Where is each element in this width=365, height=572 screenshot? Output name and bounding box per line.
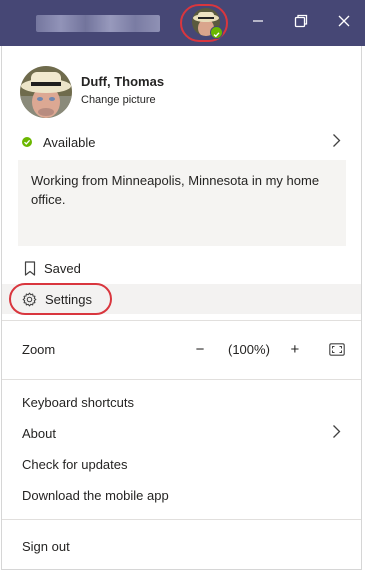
- saved-label: Saved: [44, 260, 81, 276]
- close-button[interactable]: [331, 10, 357, 36]
- keyboard-shortcuts-menu-item[interactable]: Keyboard shortcuts: [2, 389, 361, 415]
- sign-out-menu-item[interactable]: Sign out: [2, 533, 361, 559]
- profile-avatar[interactable]: [20, 66, 72, 118]
- keyboard-shortcuts-label: Keyboard shortcuts: [22, 394, 135, 410]
- close-icon: [338, 14, 350, 32]
- blurred-search-area: [36, 15, 160, 32]
- chevron-right-icon: [332, 133, 341, 151]
- zoom-label: Zoom: [22, 341, 56, 357]
- zoom-value: (100%): [228, 341, 270, 357]
- status-label: Available: [43, 134, 96, 150]
- title-bar: [0, 0, 365, 46]
- saved-menu-item[interactable]: Saved: [2, 255, 361, 281]
- divider: [2, 320, 361, 321]
- check-for-updates-label: Check for updates: [22, 456, 128, 472]
- zoom-controls: − (100%) +: [193, 336, 345, 362]
- highlight-ring-settings: [9, 283, 112, 315]
- change-picture-link[interactable]: Change picture: [81, 94, 156, 106]
- divider: [2, 379, 361, 380]
- minimize-icon: [252, 14, 264, 32]
- chevron-right-icon: [332, 424, 341, 442]
- profile-menu: Duff, Thomas Change picture Available Wo…: [1, 46, 362, 570]
- check-for-updates-menu-item[interactable]: Check for updates: [2, 451, 361, 477]
- minimize-button[interactable]: [245, 10, 271, 36]
- divider: [2, 519, 361, 520]
- profile-name: Duff, Thomas: [81, 74, 165, 89]
- download-mobile-app-label: Download the mobile app: [22, 487, 169, 503]
- download-mobile-app-menu-item[interactable]: Download the mobile app: [2, 482, 361, 508]
- fullscreen-icon[interactable]: [329, 342, 345, 356]
- status-selector[interactable]: Available: [2, 128, 361, 156]
- restore-icon: [294, 14, 308, 33]
- about-menu-item[interactable]: About: [2, 420, 361, 446]
- restore-button[interactable]: [288, 10, 314, 36]
- zoom-in-button[interactable]: +: [288, 341, 302, 358]
- about-label: About: [22, 425, 56, 441]
- sign-out-label: Sign out: [22, 538, 70, 554]
- availability-badge: [210, 26, 223, 39]
- zoom-out-button[interactable]: −: [193, 341, 207, 358]
- bookmark-icon: [24, 260, 36, 276]
- check-icon: [22, 137, 32, 147]
- status-message[interactable]: Working from Minneapolis, Minnesota in m…: [18, 160, 346, 246]
